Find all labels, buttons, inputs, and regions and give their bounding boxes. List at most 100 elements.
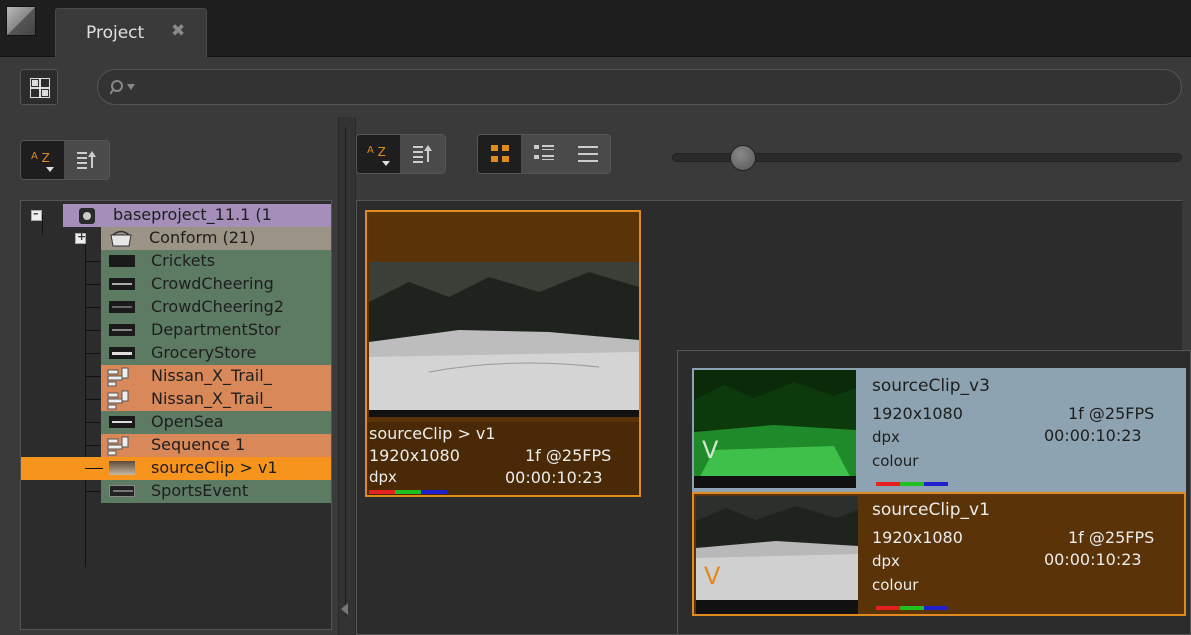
clip-format: dpx	[369, 468, 397, 486]
tree-item-label: baseproject_11.1 (1	[113, 205, 272, 224]
tree-item-nissan-2[interactable]: Nissan_X_Trail_	[21, 388, 331, 411]
version-marker: V	[702, 436, 719, 464]
search-icon[interactable]	[110, 79, 138, 97]
version-thumbnail: V	[694, 370, 856, 488]
version-format: dpx	[872, 428, 900, 446]
clip-card-sourceclip[interactable]: sourceClip > v1 1920x1080 1f @25FPS dpx …	[365, 210, 641, 497]
tree-item-opensea[interactable]: OpenSea	[21, 411, 331, 434]
tree-item-label: CrowdCheering	[151, 274, 274, 293]
tree-item-departmentstore[interactable]: DepartmentStor	[21, 319, 331, 342]
tree-item-label: Crickets	[151, 251, 216, 270]
tree-item-label: Sequence 1	[151, 435, 246, 454]
colour-bar-green	[395, 490, 421, 494]
tree-item-sequence-1[interactable]: Sequence 1	[21, 434, 331, 457]
tree-item-label: SportsEvent	[151, 481, 249, 500]
versions-popup: V sourceClip_v3 1920x1080 1f @25FPS dpx …	[677, 350, 1191, 635]
details-view-button[interactable]	[522, 135, 566, 173]
clip-framerate: 1f @25FPS	[525, 446, 612, 465]
clip-resolution: 1920x1080	[369, 446, 460, 465]
expand-icon[interactable]: +	[75, 230, 86, 244]
collapse-arrow-icon[interactable]	[341, 603, 348, 615]
list-icon	[578, 146, 598, 162]
tree-item-conform[interactable]: + Conform (21)	[21, 227, 331, 250]
version-resolution: 1920x1080	[872, 528, 963, 547]
version-colour: colour	[872, 452, 919, 470]
clip-icon	[109, 347, 135, 359]
grid-icon	[30, 78, 50, 98]
tree-sort-group: A Z	[20, 140, 110, 180]
version-framerate: 1f @25FPS	[1068, 404, 1155, 423]
project-toolbar	[0, 57, 1191, 117]
tree-item-sourceclip[interactable]: sourceClip > v1	[21, 457, 331, 480]
thumbnail-view-button[interactable]	[478, 135, 522, 173]
tree-item-crickets[interactable]: Crickets	[21, 250, 331, 273]
version-row-v3[interactable]: V sourceClip_v3 1920x1080 1f @25FPS dpx …	[692, 368, 1186, 492]
clip-icon	[109, 324, 135, 336]
view-mode-group	[477, 134, 611, 174]
sort-order-icon	[77, 151, 96, 169]
tree-item-label: GroceryStore	[151, 343, 257, 362]
clip-icon	[109, 301, 135, 313]
version-duration: 00:00:10:23	[1044, 426, 1142, 445]
panel-splitter[interactable]	[338, 117, 356, 635]
tree-item-label: OpenSea	[151, 412, 224, 431]
tree-item-sportsevent[interactable]: SportsEvent	[21, 480, 331, 503]
sort-order-button[interactable]	[401, 135, 445, 173]
pane-menu-icon[interactable]	[6, 6, 36, 36]
list-view-button[interactable]	[566, 135, 610, 173]
colour-bar-red	[369, 490, 395, 494]
clip-info: sourceClip > v1 1920x1080 1f @25FPS dpx …	[367, 422, 639, 495]
tree-item-label: Nissan_X_Trail_	[151, 366, 272, 385]
tree-item-grocerystore[interactable]: GroceryStore	[21, 342, 331, 365]
sort-order-icon	[413, 145, 432, 163]
sort-order-button[interactable]	[65, 141, 109, 179]
collapse-icon[interactable]: –	[31, 207, 42, 221]
version-row-v1[interactable]: V sourceClip_v1 1920x1080 1f @25FPS dpx …	[692, 492, 1186, 616]
detail-grid-icon	[534, 145, 554, 160]
colour-bar-blue	[421, 490, 447, 494]
clip-icon	[109, 485, 135, 497]
tree-item-crowdcheering2[interactable]: CrowdCheering2	[21, 296, 331, 319]
sequence-icon	[107, 436, 129, 456]
version-format: dpx	[872, 552, 900, 570]
clip-icon	[109, 416, 135, 428]
popup-pointer	[645, 470, 678, 506]
version-name: sourceClip_v3	[872, 376, 990, 396]
version-marker: V	[704, 562, 721, 590]
tree-item-nissan-1[interactable]: Nissan_X_Trail_	[21, 365, 331, 388]
close-icon[interactable]: ✖	[171, 21, 185, 41]
bin-tree-panel: A Z – baseproject_11.1 (1 + Conform (21)…	[0, 117, 338, 635]
layout-toggle-button[interactable]	[20, 69, 58, 105]
tree-item-label: Conform (21)	[149, 228, 256, 247]
tree-item-label: sourceClip > v1	[151, 458, 278, 477]
search-input[interactable]	[97, 69, 1182, 105]
clip-thumbnail	[369, 262, 639, 417]
bin-tree[interactable]: – baseproject_11.1 (1 + Conform (21) Cri…	[20, 200, 332, 630]
sort-alphabetical-button[interactable]: A Z	[357, 135, 401, 173]
tree-item-label: Nissan_X_Trail_	[151, 389, 272, 408]
sort-az-icon: A Z	[367, 145, 386, 159]
slider-handle[interactable]	[730, 145, 757, 171]
clip-title: sourceClip > v1	[369, 424, 496, 443]
tree-root-project[interactable]: – baseproject_11.1 (1	[21, 204, 331, 227]
version-framerate: 1f @25FPS	[1068, 528, 1155, 547]
version-resolution: 1920x1080	[872, 404, 963, 423]
sequence-icon	[107, 367, 129, 387]
version-duration: 00:00:10:23	[1044, 550, 1142, 569]
sort-alphabetical-button[interactable]: A Z	[21, 141, 65, 179]
version-name: sourceClip_v1	[872, 500, 990, 520]
clip-duration: 00:00:10:23	[505, 468, 603, 487]
tree-item-crowdcheering[interactable]: CrowdCheering	[21, 273, 331, 296]
tree-item-label: DepartmentStor	[151, 320, 281, 339]
bin-icon	[110, 230, 132, 247]
clip-icon	[109, 255, 135, 267]
sort-az-icon: A Z	[31, 151, 50, 165]
project-icon	[79, 208, 95, 224]
tab-bar: Project ✖	[0, 0, 1191, 58]
view-sort-group: A Z	[356, 134, 446, 174]
clip-icon	[109, 278, 135, 290]
tree-item-label: CrowdCheering2	[151, 297, 284, 316]
version-thumbnail: V	[696, 496, 858, 614]
tab-project[interactable]: Project ✖	[55, 8, 207, 58]
version-colour: colour	[872, 576, 919, 594]
